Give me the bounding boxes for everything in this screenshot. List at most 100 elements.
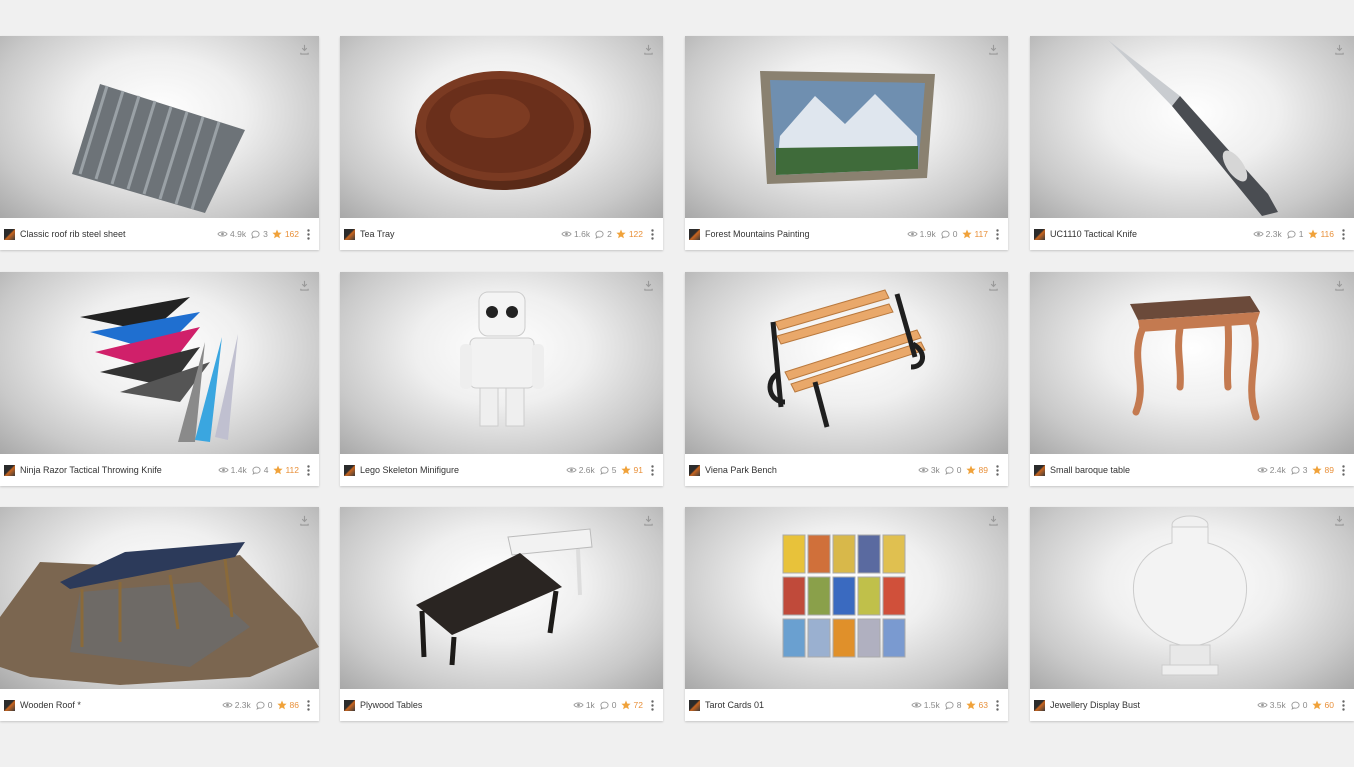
model-thumbnail[interactable]	[0, 36, 319, 218]
comment-icon	[599, 701, 610, 710]
avatar[interactable]	[4, 464, 15, 476]
star-icon	[1307, 229, 1318, 239]
more-vertical-icon[interactable]	[303, 228, 313, 240]
star-icon	[272, 229, 283, 239]
model-title[interactable]: Tea Tray	[360, 229, 557, 239]
download-icon[interactable]	[986, 278, 1000, 292]
comment-count: 3	[263, 229, 268, 239]
avatar[interactable]	[1034, 699, 1045, 711]
like-count: 89	[978, 465, 988, 475]
model-thumbnail[interactable]	[685, 507, 1008, 689]
park-bench-image	[767, 289, 926, 428]
model-thumbnail[interactable]	[340, 36, 663, 218]
model-title[interactable]: Plywood Tables	[360, 700, 569, 710]
more-vertical-icon[interactable]	[992, 699, 1002, 711]
download-icon[interactable]	[297, 278, 311, 292]
model-card[interactable]: Forest Mountains Painting 1.9k 0 117	[685, 36, 1008, 250]
model-grid: Classic roof rib steel sheet 4.9k 3 162 …	[0, 0, 1354, 767]
model-thumbnail[interactable]	[1030, 272, 1354, 454]
skeleton-minifigure-image	[460, 291, 544, 427]
model-card[interactable]: Plywood Tables 1k 0 72	[340, 507, 663, 721]
download-icon[interactable]	[986, 42, 1000, 56]
model-thumbnail[interactable]	[1030, 36, 1354, 218]
model-card[interactable]: UC1110 Tactical Knife 2.3k 1 116	[1030, 36, 1354, 250]
card-footer: Ninja Razor Tactical Throwing Knife 1.4k…	[0, 454, 319, 486]
avatar[interactable]	[344, 699, 355, 711]
more-vertical-icon[interactable]	[1338, 699, 1348, 711]
model-stats: 1.4k 4 112	[214, 465, 299, 475]
model-thumbnail[interactable]	[340, 272, 663, 454]
model-card[interactable]: Wooden Roof * 2.3k 0 86	[0, 507, 319, 721]
avatar[interactable]	[344, 464, 355, 476]
avatar[interactable]	[1034, 464, 1045, 476]
model-card[interactable]: Classic roof rib steel sheet 4.9k 3 162	[0, 36, 319, 250]
model-thumbnail[interactable]	[0, 272, 319, 454]
more-vertical-icon[interactable]	[647, 464, 657, 476]
eye-icon	[1252, 230, 1264, 239]
more-vertical-icon[interactable]	[992, 228, 1002, 240]
download-icon[interactable]	[1332, 42, 1346, 56]
more-vertical-icon[interactable]	[647, 228, 657, 240]
avatar[interactable]	[689, 464, 700, 476]
download-icon[interactable]	[641, 278, 655, 292]
model-card[interactable]: Tarot Cards 01 1.5k 8 63	[685, 507, 1008, 721]
model-title[interactable]: Classic roof rib steel sheet	[20, 229, 213, 239]
avatar[interactable]	[1034, 228, 1045, 240]
comment-icon	[594, 230, 605, 239]
comment-count: 1	[1298, 229, 1304, 239]
download-icon[interactable]	[297, 513, 311, 527]
model-title[interactable]: Jewellery Display Bust	[1050, 700, 1253, 710]
model-title[interactable]: Ninja Razor Tactical Throwing Knife	[20, 465, 214, 475]
download-icon[interactable]	[297, 42, 311, 56]
star-icon	[1312, 700, 1323, 710]
comment-count: 0	[952, 229, 958, 239]
avatar[interactable]	[344, 228, 355, 240]
model-thumbnail[interactable]	[340, 507, 663, 689]
model-title[interactable]: Wooden Roof *	[20, 700, 218, 710]
more-vertical-icon[interactable]	[1338, 464, 1348, 476]
model-title[interactable]: Forest Mountains Painting	[705, 229, 903, 239]
model-thumbnail[interactable]	[1030, 507, 1354, 689]
download-icon[interactable]	[1332, 513, 1346, 527]
download-icon[interactable]	[1332, 278, 1346, 292]
comment-icon	[944, 701, 955, 710]
like-count: 91	[633, 465, 643, 475]
comment-icon	[940, 230, 951, 239]
card-footer: Forest Mountains Painting 1.9k 0 117	[685, 218, 1008, 250]
more-vertical-icon[interactable]	[303, 464, 313, 476]
avatar[interactable]	[689, 699, 700, 711]
more-vertical-icon[interactable]	[992, 464, 1002, 476]
more-vertical-icon[interactable]	[647, 699, 657, 711]
eye-icon	[906, 230, 918, 239]
model-stats: 2.3k 1 116	[1249, 229, 1334, 239]
model-title[interactable]: UC1110 Tactical Knife	[1050, 229, 1249, 239]
view-count: 1k	[585, 700, 595, 710]
model-card[interactable]: Lego Skeleton Minifigure 2.6k 5 91	[340, 272, 663, 486]
avatar[interactable]	[4, 228, 15, 240]
more-vertical-icon[interactable]	[1338, 228, 1348, 240]
avatar[interactable]	[4, 699, 15, 711]
model-thumbnail[interactable]	[685, 36, 1008, 218]
model-card[interactable]: Small baroque table 2.4k 3 89	[1030, 272, 1354, 486]
download-icon[interactable]	[986, 513, 1000, 527]
card-footer: Tea Tray 1.6k 2 122	[340, 218, 663, 250]
more-vertical-icon[interactable]	[303, 699, 313, 711]
comment-icon	[1290, 466, 1301, 475]
model-title[interactable]: Small baroque table	[1050, 465, 1253, 475]
download-icon[interactable]	[641, 42, 655, 56]
model-title[interactable]: Lego Skeleton Minifigure	[360, 465, 562, 475]
model-card[interactable]: Jewellery Display Bust 3.5k 0 60	[1030, 507, 1354, 721]
model-title[interactable]: Viena Park Bench	[705, 465, 914, 475]
model-thumbnail[interactable]	[685, 272, 1008, 454]
comment-icon	[599, 466, 610, 475]
model-title[interactable]: Tarot Cards 01	[705, 700, 907, 710]
avatar[interactable]	[689, 228, 700, 240]
model-card[interactable]: Tea Tray 1.6k 2 122	[340, 36, 663, 250]
model-thumbnail[interactable]	[0, 507, 319, 689]
model-card[interactable]: Viena Park Bench 3k 0 89	[685, 272, 1008, 486]
eye-icon	[911, 701, 922, 710]
model-stats: 1.9k 0 117	[903, 229, 988, 239]
comment-count: 8	[956, 700, 962, 710]
download-icon[interactable]	[641, 513, 655, 527]
model-card[interactable]: Ninja Razor Tactical Throwing Knife 1.4k…	[0, 272, 319, 486]
